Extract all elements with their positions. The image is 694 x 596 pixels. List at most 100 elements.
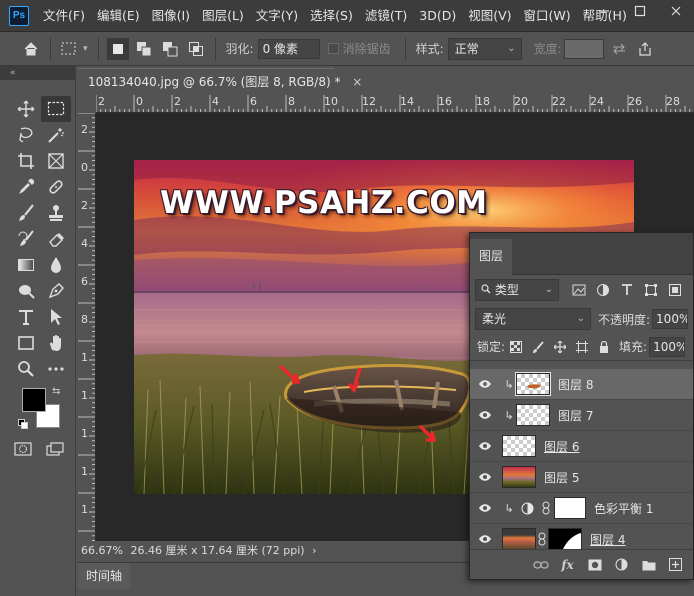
menu-layer[interactable]: 图层(L) [196,0,250,32]
layer-name[interactable]: 图层 4 [590,531,625,548]
mask-icon[interactable] [581,554,608,576]
rectangle-tool-icon[interactable] [11,330,41,356]
layer-mask-thumbnail[interactable] [548,528,582,550]
subtract-from-selection-icon[interactable] [159,38,181,60]
fx-icon[interactable]: fx [554,554,581,576]
layer-thumbnail[interactable] [516,404,550,426]
lock-image-pixels-icon[interactable] [527,337,549,357]
link-icon[interactable] [527,554,554,576]
menu-file[interactable]: 文件(F) [37,0,91,32]
pen-tool-icon[interactable] [41,278,71,304]
layer-row[interactable]: ↳ 图层 8 [470,369,693,400]
eraser-tool-icon[interactable] [41,226,71,252]
layer-name[interactable]: 色彩平衡 1 [594,500,653,517]
blur-tool-icon[interactable] [41,252,71,278]
menu-image[interactable]: 图像(I) [146,0,196,32]
path-selection-tool-icon[interactable] [41,304,71,330]
link-icon[interactable] [538,501,554,515]
layer-thumbnail[interactable] [515,372,551,396]
horizontal-ruler[interactable]: 2 0 2 4 6 8 10 12 14 16 18 20 22 24 26 2… [96,95,694,113]
add-to-selection-icon[interactable] [133,38,155,60]
lasso-tool-icon[interactable] [11,122,41,148]
default-colors-icon[interactable] [18,418,28,429]
minimize-icon[interactable] [586,0,622,22]
move-tool-icon[interactable] [11,96,41,122]
close-icon[interactable] [658,0,694,22]
menu-view[interactable]: 视图(V) [462,0,517,32]
brush-tool-icon[interactable] [11,200,41,226]
style-select[interactable]: 正常 ⌄ [447,37,522,60]
new-layer-icon[interactable] [662,554,689,576]
layer-thumbnail[interactable] [502,466,536,488]
zoom-tool-icon[interactable] [11,356,41,382]
layer-row[interactable]: 图层 6 [470,431,693,462]
crop-tool-icon[interactable] [11,148,41,174]
layer-name[interactable]: 图层 8 [558,376,593,393]
visibility-eye-icon[interactable] [474,493,496,524]
opacity-input[interactable]: 100% [652,309,689,329]
zoom-level[interactable]: 66.67% [81,541,127,560]
clone-stamp-tool-icon[interactable] [41,200,71,226]
close-tab-icon[interactable]: × [352,75,362,89]
visibility-eye-icon[interactable] [474,400,496,431]
layer-thumbnail[interactable] [502,435,536,457]
layer-mask-thumbnail[interactable] [554,497,586,519]
foreground-color-swatch[interactable] [22,388,46,412]
menu-type[interactable]: 文字(Y) [250,0,304,32]
menu-window[interactable]: 窗口(W) [518,0,577,32]
share-icon[interactable] [634,38,656,60]
dodge-tool-icon[interactable] [11,278,41,304]
layer-row[interactable]: 图层 5 [470,462,693,493]
chevron-down-icon[interactable]: ▾ [83,44,88,54]
spot-healing-brush-tool-icon[interactable] [41,174,71,200]
swap-width-height-icon[interactable] [608,38,630,60]
filter-shape-icon[interactable] [639,279,663,301]
status-menu-arrow[interactable]: › [312,544,316,557]
width-input[interactable] [563,38,604,59]
home-icon[interactable] [20,38,42,60]
layer-thumbnail[interactable] [502,528,536,550]
marquee-tool-preset-icon[interactable] [59,38,81,60]
menu-3d[interactable]: 3D(D) [413,0,462,32]
frame-tool-icon[interactable] [41,148,71,174]
history-brush-tool-icon[interactable] [11,226,41,252]
intersect-selection-icon[interactable] [185,38,207,60]
swap-colors-icon[interactable]: ⇆ [52,386,60,397]
folder-icon[interactable] [635,554,662,576]
hand-tool-icon[interactable] [41,330,71,356]
layer-name[interactable]: 图层 5 [544,469,579,486]
layer-name[interactable]: 图层 7 [558,407,593,424]
lock-artboard-icon[interactable] [571,337,593,357]
rectangular-marquee-tool-icon[interactable] [41,96,71,122]
gradient-tool-icon[interactable] [11,252,41,278]
menu-select[interactable]: 选择(S) [304,0,359,32]
visibility-eye-icon[interactable] [474,462,496,493]
tab-layers[interactable]: 图层 [470,239,512,275]
antialias-checkbox[interactable] [327,43,339,54]
lock-position-icon[interactable] [549,337,571,357]
layer-name[interactable]: 图层 6 [544,438,579,455]
filter-type-icon[interactable] [615,279,639,301]
link-icon[interactable] [536,532,548,546]
filter-adjustment-icon[interactable] [591,279,615,301]
quick-mask-icon[interactable] [14,442,32,459]
vertical-ruler[interactable]: 2 0 2 4 6 8 1 1 1 1 1 [78,113,96,541]
tab-timeline[interactable]: 时间轴 [78,563,130,589]
filter-smart-object-icon[interactable] [663,279,687,301]
screen-mode-icon[interactable] [46,442,64,459]
adjustment-icon[interactable] [608,554,635,576]
filter-pixel-icon[interactable] [567,279,591,301]
layer-row[interactable]: ↳ 图层 7 [470,400,693,431]
ruler-origin[interactable] [78,95,96,113]
magic-wand-tool-icon[interactable] [41,122,71,148]
lock-all-icon[interactable] [593,337,615,357]
layer-filter-select[interactable]: 类型 ⌄ [475,279,559,301]
lock-transparent-pixels-icon[interactable] [505,337,527,357]
more-tools-icon[interactable] [41,356,71,382]
blend-mode-select[interactable]: 柔光 ⌄ [475,308,591,330]
type-tool-icon[interactable] [11,304,41,330]
visibility-eye-icon[interactable] [474,431,496,462]
visibility-eye-icon[interactable] [474,369,496,400]
fill-input[interactable]: 100% [649,336,686,357]
layer-row[interactable]: ↳ 色彩平衡 1 [470,493,693,524]
